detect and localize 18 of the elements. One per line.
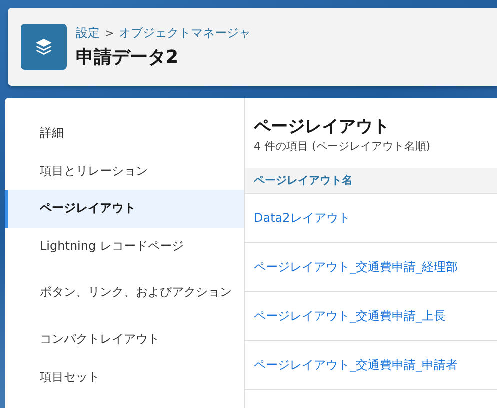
layout-link[interactable]: ページレイアウト_交通費申請_経理部 [245, 258, 458, 276]
breadcrumb-separator: > [105, 27, 114, 40]
sidebar-item[interactable]: 項目セット [5, 358, 244, 396]
sidebar-item[interactable]: ボタン、リンク、およびアクション [5, 265, 244, 321]
breadcrumb-link[interactable]: オブジェクトマネージャ [119, 25, 252, 42]
layout-link[interactable]: Data2レイアウト [245, 210, 350, 226]
item-count: 4 件の項目 (ページレイアウト名順) [253, 139, 432, 154]
sidebar-item[interactable]: 詳細 [5, 115, 244, 152]
sidebar-item[interactable]: 項目とリレーション [5, 152, 244, 190]
sidebar-item[interactable]: Lightning レコードページ [5, 228, 244, 265]
breadcrumb-link[interactable]: 設定 [76, 25, 100, 42]
layout-link[interactable]: ページレイアウト_交通費申請_上長 [245, 308, 446, 324]
layout-link[interactable]: ページレイアウト_交通費申請_申請者 [245, 356, 458, 374]
sidebar-item[interactable]: コンパクトレイアウト [5, 321, 244, 358]
object-title: 申請データ2 [76, 46, 180, 69]
layers-icon [21, 24, 67, 70]
section-title: ページレイアウト [253, 116, 391, 138]
sidebar-item[interactable]: ページレイアウト [5, 190, 244, 228]
